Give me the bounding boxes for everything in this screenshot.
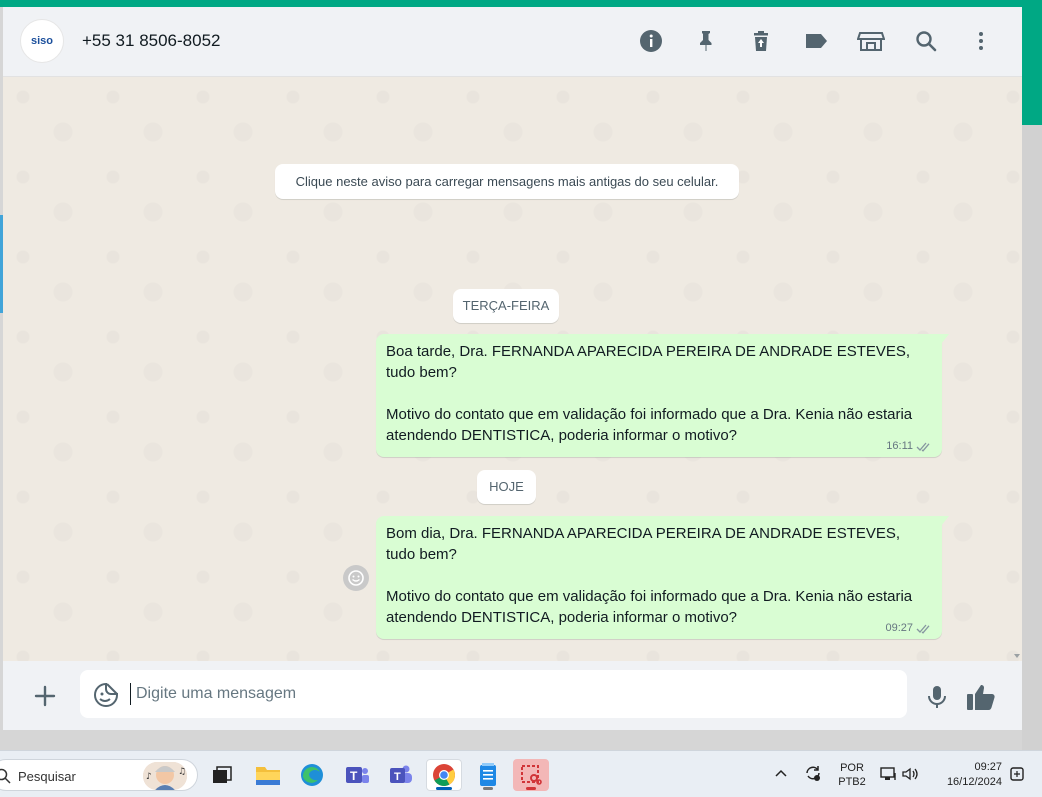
double-check-icon <box>916 624 930 634</box>
message-meta: 16:11 <box>886 440 932 452</box>
svg-text:T: T <box>350 769 358 783</box>
siso-logo: siso <box>30 35 53 47</box>
label-icon[interactable] <box>802 27 830 55</box>
sticker-emoji-icon[interactable] <box>93 682 119 708</box>
clock-date: 16/12/2024 <box>946 776 1002 788</box>
thumbs-up-icon[interactable] <box>965 682 997 712</box>
date-chip: HOJE <box>477 470 536 504</box>
scrollbar[interactable] <box>1012 77 1022 661</box>
notepad-icon[interactable] <box>470 759 506 791</box>
double-check-icon <box>916 442 930 452</box>
pin-icon[interactable] <box>692 27 720 55</box>
message-time: 16:11 <box>886 440 913 452</box>
window-edge-accent <box>1022 7 1042 125</box>
file-explorer-icon[interactable] <box>250 759 286 791</box>
sync-icon[interactable] <box>803 764 823 782</box>
scroll-down-arrow[interactable] <box>1014 654 1020 658</box>
message-text: Boa tarde, Dra. FERNANDA APARECIDA PEREI… <box>386 343 913 444</box>
menu-icon[interactable] <box>967 27 995 55</box>
emoji-reaction-icon[interactable] <box>343 565 369 591</box>
chat-header: siso +55 31 8506-8052 <box>3 7 1022 77</box>
network-icon[interactable] <box>880 766 898 782</box>
text-caret <box>130 683 131 705</box>
message-text: Bom dia, Dra. FERNANDA APARECIDA PEREIRA… <box>386 525 913 626</box>
message-meta: 09:27 <box>885 622 932 634</box>
language-code: POR <box>840 762 864 774</box>
taskbar-clock[interactable]: 09:27 16/12/2024 <box>934 760 1002 790</box>
keyboard-layout: PTB2 <box>838 776 866 788</box>
clock-time: 09:27 <box>974 761 1002 773</box>
snipping-tool-icon[interactable] <box>513 759 549 791</box>
teams-icon[interactable]: T <box>383 759 419 791</box>
message-time: 09:27 <box>885 622 913 634</box>
load-older-messages-notice[interactable]: Clique neste aviso para carregar mensage… <box>275 164 739 199</box>
svg-text:♫: ♫ <box>178 767 186 777</box>
date-chip: TERÇA-FEIRA <box>453 289 559 323</box>
search-icon <box>0 768 11 784</box>
contact-avatar[interactable]: siso <box>20 19 64 63</box>
delete-icon[interactable] <box>747 27 775 55</box>
language-indicator[interactable]: POR PTB2 <box>838 761 866 789</box>
message-bubble-outgoing[interactable]: Bom dia, Dra. FERNANDA APARECIDA PEREIRA… <box>376 516 949 639</box>
search-icon[interactable] <box>912 27 940 55</box>
attach-plus-icon[interactable] <box>31 682 59 710</box>
taskbar-search[interactable]: Pesquisar ♪ ♫ <box>0 759 198 791</box>
notifications-icon[interactable] <box>1008 765 1026 783</box>
teams-classic-icon[interactable]: T <box>339 759 375 791</box>
store-icon[interactable] <box>857 27 885 55</box>
task-view-icon[interactable] <box>204 759 240 791</box>
message-input-box[interactable] <box>80 670 907 718</box>
contact-name[interactable]: +55 31 8506-8052 <box>82 31 221 51</box>
volume-icon[interactable] <box>901 766 919 782</box>
window-edge <box>1022 125 1042 750</box>
info-icon[interactable] <box>637 27 665 55</box>
running-app-indicator <box>483 787 493 790</box>
svg-text:♪: ♪ <box>146 772 152 782</box>
whatsapp-window: siso +55 31 8506-8052 Clique neste aviso… <box>3 7 1022 730</box>
top-accent-bar <box>0 0 1042 7</box>
running-app-indicator <box>526 787 536 790</box>
chrome-icon[interactable] <box>426 759 462 791</box>
microphone-icon[interactable] <box>923 683 951 711</box>
search-highlight-image: ♪ ♫ <box>143 762 187 790</box>
svg-text:T: T <box>394 771 401 783</box>
chevron-up-icon[interactable] <box>774 768 788 778</box>
windows-taskbar: Pesquisar ♪ ♫ T T POR PTB2 09:27 16/12/2… <box>0 750 1042 797</box>
message-bubble-outgoing[interactable]: Boa tarde, Dra. FERNANDA APARECIDA PEREI… <box>376 334 949 457</box>
composer-bar <box>3 661 1022 730</box>
active-app-indicator <box>436 787 452 790</box>
message-input[interactable] <box>136 670 896 718</box>
edge-icon[interactable] <box>294 759 330 791</box>
taskbar-search-label: Pesquisar <box>18 769 76 784</box>
